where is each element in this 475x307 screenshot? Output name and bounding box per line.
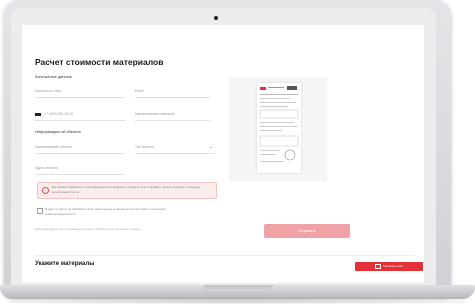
page-title: Расчет стоимости материалов [35,57,164,67]
contact-name-field[interactable]: Контактное лицо [35,86,125,98]
consent-text: Я даю согласие на обработку моих персона… [45,207,166,216]
section-divider [35,255,415,256]
contact-section-label: Контактные данные [35,74,72,79]
info-alert: Вы можете прикрепить спецификацию или ве… [37,182,217,199]
object-type-select[interactable]: Тип объекта ⌄ [135,142,215,154]
document-preview [229,77,327,181]
email-field[interactable]: Email [135,86,210,98]
submit-button[interactable]: Отправить [264,224,350,238]
write-us-label: Написать нам [383,264,403,268]
phone-placeholder: +7 (000) 000-00-00 [44,112,74,116]
laptop-shadow [10,298,465,304]
materials-section-title: Укажите материалы [35,261,95,267]
email-placeholder: Email [135,89,144,93]
chevron-down-icon: ⌄ [208,144,213,150]
address-field[interactable]: Адрес объекта [35,163,125,175]
object-name-placeholder: Наименование объекта [35,145,73,149]
info-icon [42,187,49,194]
write-us-button[interactable]: Написать нам [355,262,423,271]
company-field[interactable]: Наименование компании [135,109,210,121]
phone-field[interactable]: +7 (000) 000-00-00 [35,109,125,121]
privacy-note: Заполняя форму, вы принимаете условия об… [35,227,141,231]
mail-icon [375,263,382,269]
company-placeholder: Наименование компании [135,112,175,116]
flag-icon [35,112,41,116]
alert-text: Вы можете прикрепить спецификацию или ве… [52,185,201,194]
laptop-screen: Расчет стоимости материалов Контактные д… [22,25,424,283]
object-type-placeholder: Тип объекта [135,145,155,149]
contact-name-placeholder: Контактное лицо [35,89,62,93]
consent-checkbox[interactable] [37,208,43,214]
camera-icon [214,16,218,20]
document-sheet-image [257,83,301,173]
object-name-field[interactable]: Наименование объекта [35,142,125,154]
object-section-label: Информация об объекте [35,129,82,134]
address-placeholder: Адрес объекта [35,166,59,170]
laptop-notch [203,285,273,289]
document-thumbnail-icon [259,86,299,162]
